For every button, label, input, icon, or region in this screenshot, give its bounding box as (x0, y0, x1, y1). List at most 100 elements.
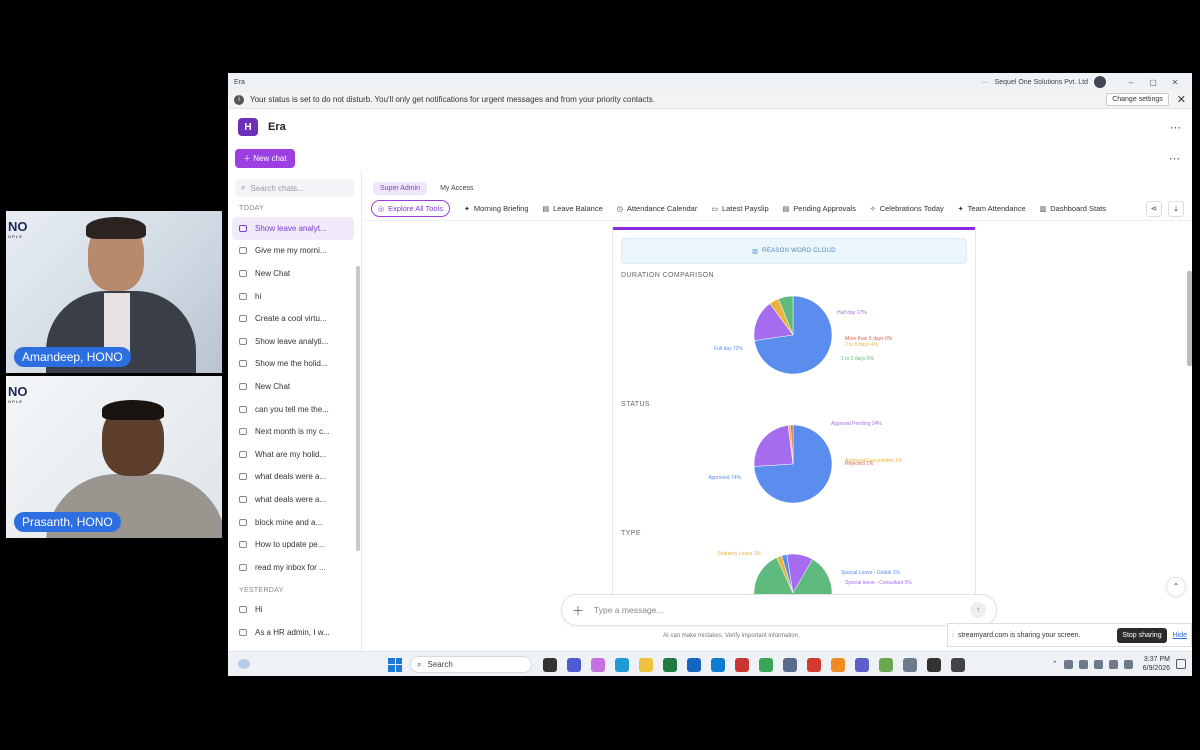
app-header: H Era ⋯ (228, 109, 1192, 145)
remote-icon[interactable] (783, 657, 797, 672)
pie-label: Full day 72% (714, 346, 743, 352)
chat-history-item[interactable]: Give me my morni... (228, 240, 361, 263)
reason-word-cloud-button[interactable]: ▥ REASON WORD CLOUD (621, 238, 967, 264)
download-icon[interactable]: ⤓ (1168, 200, 1184, 217)
more-icon[interactable]: ⋯ (1170, 121, 1182, 134)
tool-pending-approvals[interactable]: ▤ Pending Approvals (783, 204, 856, 213)
task-view-icon[interactable] (543, 657, 557, 672)
sidebar-scrollbar[interactable] (356, 266, 360, 551)
chat-history-item[interactable]: Create a cool virtu... (228, 307, 361, 330)
chat-history-item[interactable]: can you tell me the... (228, 398, 361, 421)
tab-super-admin[interactable]: Super Admin (373, 181, 428, 195)
explorer-icon[interactable] (639, 657, 653, 672)
tool-dashboard-stats[interactable]: ▥ Dashboard Stats (1040, 204, 1107, 213)
chat-history-item[interactable]: what deals were a... (228, 488, 361, 511)
chat-history-item[interactable]: hi (228, 285, 361, 308)
search-input[interactable]: ⌕ Search chats... (235, 179, 354, 197)
chat-bubble-icon (239, 269, 247, 277)
chat-title: block mine and a... (255, 517, 323, 527)
chat-bubble-icon (239, 450, 247, 458)
message-input[interactable]: Type a message... (594, 605, 970, 615)
chat-history-item[interactable]: block mine and a... (228, 511, 361, 534)
chat-bubble-icon (239, 628, 247, 636)
tool-explore-all-tools[interactable]: ◎ Explore All Tools (371, 200, 451, 217)
settings-icon[interactable] (903, 657, 917, 672)
chat-history-item[interactable]: How to update pe... (228, 533, 361, 556)
chat-history-item[interactable]: Hi (228, 599, 361, 622)
chat-history-item[interactable]: Show leave analyti... (228, 330, 361, 353)
tab-my-access[interactable]: My Access (433, 182, 480, 195)
share-icon[interactable]: ⋖ (1146, 200, 1162, 217)
chat-title: hi (255, 291, 262, 301)
send-icon[interactable]: ↑ (970, 602, 986, 618)
sidebar: ⌕ Search chats... TODAY Show leave analyt… (228, 171, 362, 651)
chat-history-item[interactable]: Show me the holid... (228, 353, 361, 376)
tool-leave-balance[interactable]: ▤ Leave Balance (543, 204, 603, 213)
chat-history-item[interactable]: New Chat (228, 375, 361, 398)
message-composer: ＋ Type a message... ↑ (561, 594, 997, 626)
sublime-icon[interactable] (831, 657, 845, 672)
acrobat-icon[interactable] (807, 657, 821, 672)
volume-icon[interactable] (1108, 659, 1118, 669)
section-status: STATUS (621, 401, 650, 408)
tool-latest-payslip[interactable]: ▭ Latest Payslip (711, 204, 768, 213)
chat-bubble-icon (239, 473, 247, 481)
close-button[interactable]: ✕ (1164, 78, 1186, 87)
hide-link[interactable]: Hide (1173, 632, 1187, 639)
vscode-icon[interactable] (711, 657, 725, 672)
drag-handle-icon[interactable]: ⁞ (952, 632, 954, 639)
chat-title: Show leave analyt... (255, 223, 327, 233)
chat-history-item[interactable]: Next month is my c... (228, 420, 361, 443)
network-icon[interactable] (1078, 659, 1088, 669)
teams-new-icon[interactable] (855, 657, 869, 672)
pie-slice-approval-pending[interactable] (753, 425, 794, 467)
video-tile-prasanth: NO OPLE Prasanth, HONO (6, 376, 222, 538)
excel-icon[interactable] (663, 657, 677, 672)
close-icon[interactable]: ✕ (1177, 93, 1186, 106)
analytics-card: ▥ REASON WORD CLOUD DURATION COMPARISON … (612, 227, 976, 607)
minimize-button[interactable]: – (1120, 78, 1142, 87)
chat-history-item[interactable]: what deals were a... (228, 466, 361, 489)
scroll-up-button[interactable]: ⌃ (1167, 578, 1185, 596)
tool-icon: ✧ (869, 205, 876, 213)
chevron-up-icon[interactable]: ⌃ (1052, 660, 1058, 668)
paint-icon[interactable] (879, 657, 893, 672)
clock[interactable]: 3:37 PM 6/9/2026 (1143, 655, 1170, 673)
chat-title: As a HR admin, I w... (255, 627, 330, 637)
mic-icon[interactable] (1093, 659, 1103, 669)
chat-history-item[interactable]: New Chat (228, 262, 361, 285)
taskbar-search[interactable]: ⌕ Search (410, 656, 532, 673)
chat-history-item[interactable]: Show leave analyt... (232, 217, 354, 240)
onedrive-icon[interactable] (1063, 659, 1073, 669)
main-scrollbar[interactable] (1187, 271, 1192, 366)
copilot-icon[interactable] (591, 657, 605, 672)
windows-start-icon[interactable] (388, 657, 402, 672)
notification-icon[interactable] (1176, 659, 1186, 669)
attach-icon[interactable]: ＋ (572, 602, 584, 619)
org-name: Sequel One Solutions Pvt. Ltd (994, 78, 1088, 86)
chat-history-item[interactable]: As a HR admin, I w... (228, 621, 361, 644)
app-icon[interactable] (927, 657, 941, 672)
maximize-button[interactable]: ▢ (1142, 78, 1164, 87)
more-icon[interactable]: ··· (982, 79, 989, 86)
edge-icon[interactable] (615, 657, 629, 672)
outlook-icon[interactable] (687, 657, 701, 672)
stop-sharing-button[interactable]: Stop sharing (1117, 627, 1167, 643)
chrome-icon[interactable] (759, 657, 773, 672)
avatar[interactable] (1094, 76, 1106, 88)
teams-icon[interactable] (567, 657, 581, 672)
tool-celebrations-today[interactable]: ✧ Celebrations Today (870, 204, 944, 213)
more-icon[interactable]: ⋯ (1169, 152, 1181, 165)
new-chat-button[interactable]: ＋ New chat (235, 148, 295, 168)
tool-attendance-calendar[interactable]: ◷ Attendance Calendar (617, 204, 698, 213)
app-icon[interactable] (951, 657, 965, 672)
tool-morning-briefing[interactable]: ✦ Morning Briefing (464, 204, 528, 213)
chat-history-item[interactable]: What are my holid... (228, 443, 361, 466)
tool-team-attendance[interactable]: ✦ Team Attendance (958, 204, 1026, 213)
change-settings-button[interactable]: Change settings (1106, 93, 1169, 106)
battery-icon[interactable] (1123, 659, 1133, 669)
chat-title: Hi (255, 605, 263, 615)
chat-history-item[interactable]: read my inbox for ... (228, 556, 361, 579)
filezilla-icon[interactable] (735, 657, 749, 672)
weather-icon[interactable] (238, 659, 250, 669)
